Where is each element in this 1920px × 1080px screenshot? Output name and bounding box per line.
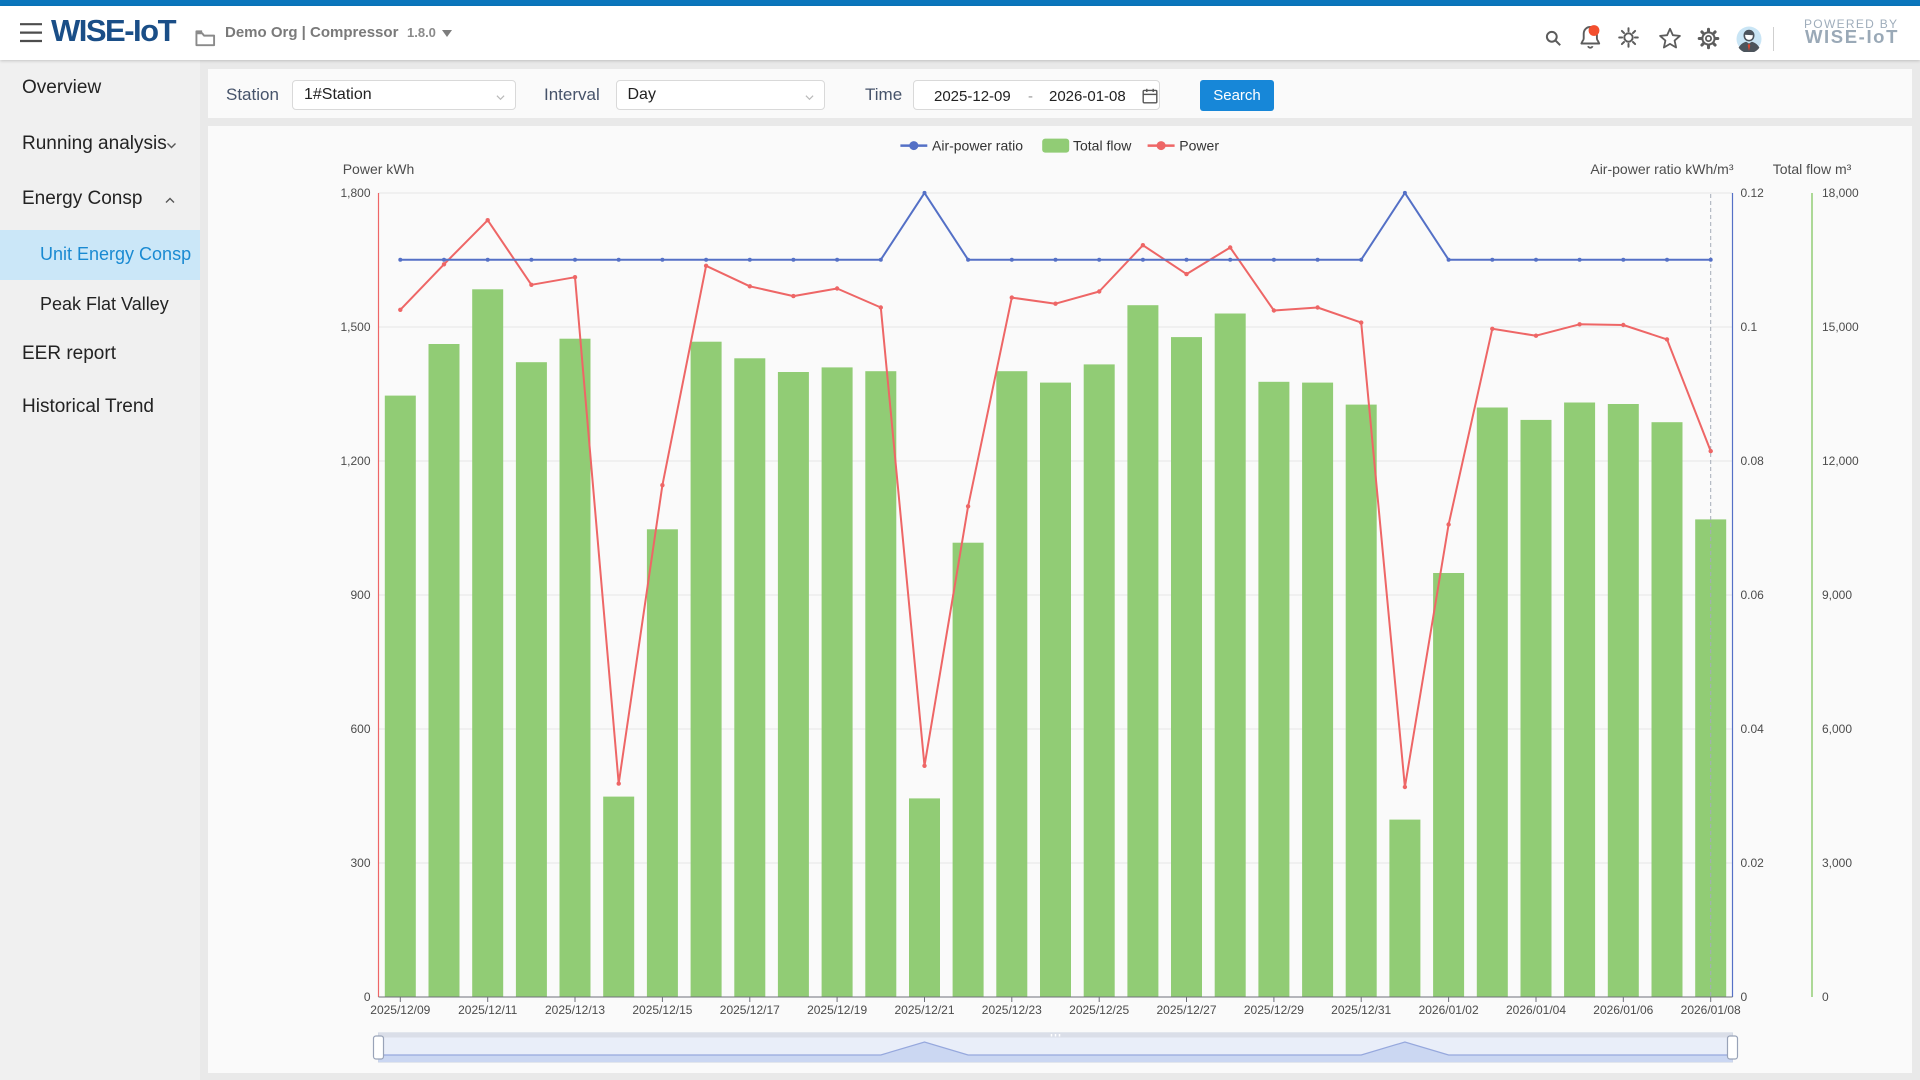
svg-text:1,500: 1,500 [340,320,370,334]
svg-text:0.02: 0.02 [1741,856,1765,870]
svg-text:Total flow: Total flow [1073,137,1132,153]
svg-text:Air-power ratio kWh/m³: Air-power ratio kWh/m³ [1590,161,1733,177]
svg-text:0.12: 0.12 [1741,186,1765,200]
svg-text:2025/12/31: 2025/12/31 [1331,1003,1391,1017]
svg-text:2025/12/11: 2025/12/11 [458,1003,517,1017]
svg-text:2026/01/02: 2026/01/02 [1419,1003,1479,1017]
svg-text:Power kWh: Power kWh [343,161,415,177]
svg-text:Power: Power [1179,137,1219,153]
svg-text:18,000: 18,000 [1822,186,1859,200]
svg-text:0.06: 0.06 [1741,588,1765,602]
svg-text:0: 0 [1822,990,1829,1004]
svg-text:1,200: 1,200 [340,454,370,468]
svg-text:0: 0 [1741,990,1748,1004]
svg-text:2025/12/17: 2025/12/17 [720,1003,780,1017]
svg-text:0.1: 0.1 [1741,320,1758,334]
svg-text:3,000: 3,000 [1822,856,1852,870]
svg-text:2025/12/23: 2025/12/23 [982,1003,1042,1017]
svg-text:2025/12/27: 2025/12/27 [1156,1003,1216,1017]
svg-text:2025/12/25: 2025/12/25 [1069,1003,1129,1017]
svg-text:2026/01/04: 2026/01/04 [1506,1003,1566,1017]
svg-text:2025/12/29: 2025/12/29 [1244,1003,1304,1017]
svg-text:Total flow m³: Total flow m³ [1773,161,1852,177]
svg-text:15,000: 15,000 [1822,320,1859,334]
svg-text:0.04: 0.04 [1741,722,1765,736]
svg-text:0: 0 [364,990,371,1004]
svg-text:6,000: 6,000 [1822,722,1852,736]
svg-text:2025/12/21: 2025/12/21 [894,1003,954,1017]
svg-text:600: 600 [350,722,370,736]
svg-text:2026/01/06: 2026/01/06 [1593,1003,1653,1017]
svg-text:900: 900 [350,588,370,602]
svg-text:1,800: 1,800 [340,186,370,200]
svg-text:2025/12/09: 2025/12/09 [370,1003,430,1017]
svg-text:12,000: 12,000 [1822,454,1859,468]
svg-text:2025/12/13: 2025/12/13 [545,1003,605,1017]
svg-text:2025/12/15: 2025/12/15 [632,1003,692,1017]
svg-text:300: 300 [350,856,370,870]
svg-text:2025/12/19: 2025/12/19 [807,1003,867,1017]
svg-text:2026/01/08: 2026/01/08 [1681,1003,1741,1017]
svg-text:Air-power ratio: Air-power ratio [932,137,1023,153]
svg-text:9,000: 9,000 [1822,588,1852,602]
svg-text:0.08: 0.08 [1741,454,1765,468]
